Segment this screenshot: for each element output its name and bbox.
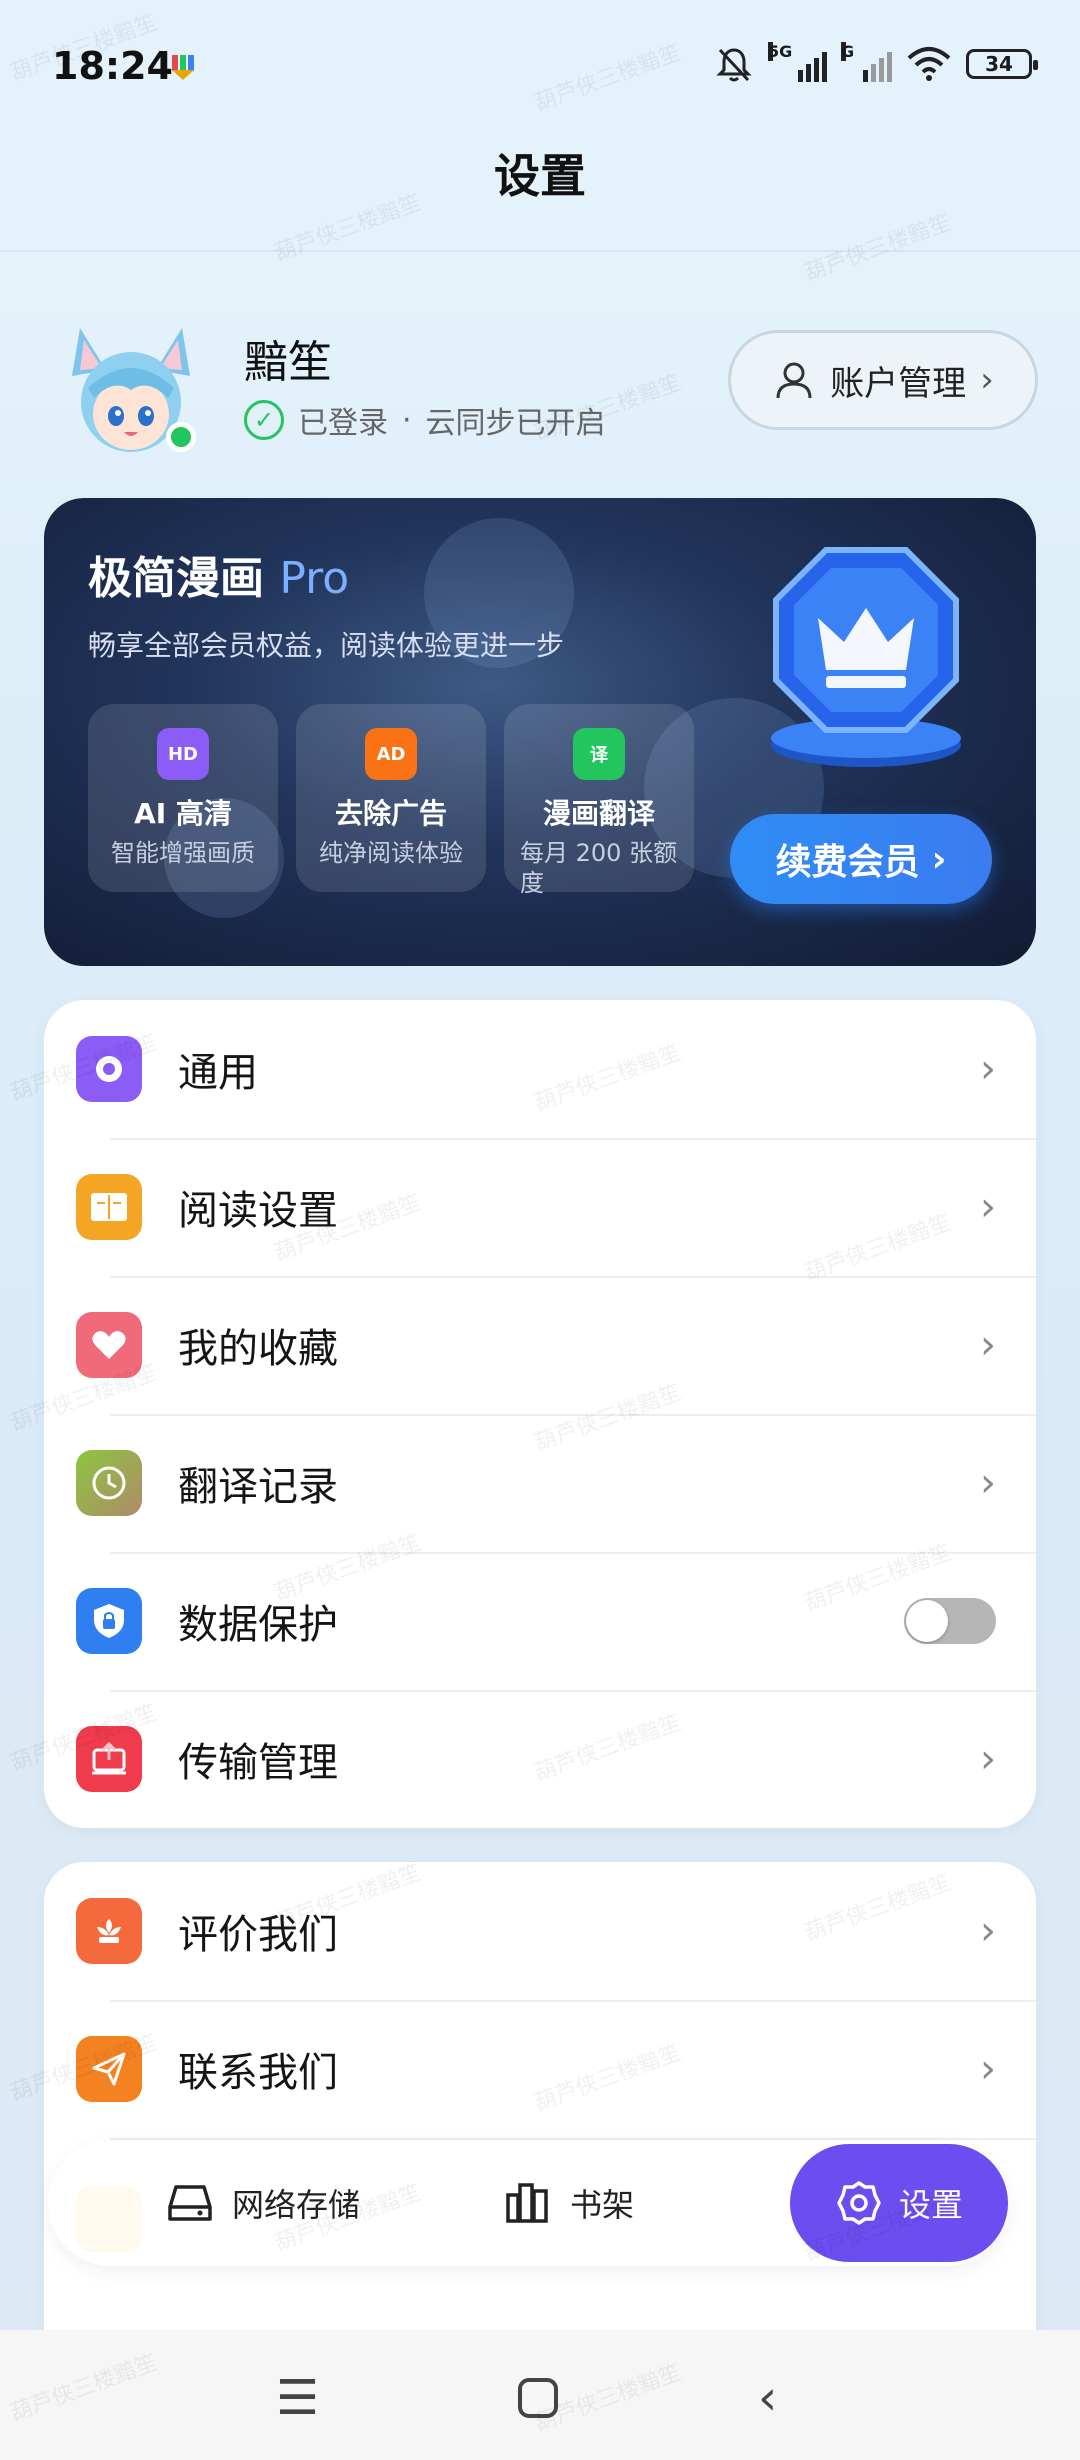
chevron-right-icon: › (980, 1736, 996, 1782)
shield-lock-icon (76, 1588, 142, 1654)
clock-icon (76, 1450, 142, 1516)
menu-label: 评价我们 (178, 1912, 338, 1958)
menu-item-favorites[interactable]: 我的收藏 › (44, 1276, 1036, 1414)
app-notification-icon (172, 55, 194, 80)
check-circle-icon: ✓ (244, 400, 284, 440)
pro-title: 极简漫画 Pro (88, 553, 350, 604)
menu-icon[interactable]: ☰ (276, 2370, 319, 2426)
system-navigation-bar: ☰ ‹ (0, 2330, 1080, 2460)
crown-badge-icon (771, 547, 961, 767)
hd-icon: HD (157, 728, 209, 780)
feature-desc: 智能增强画质 (111, 839, 255, 867)
menu-item-rate-us[interactable]: 评价我们 › (44, 1862, 1036, 2000)
drive-icon (168, 2185, 212, 2221)
mute-bell-icon (716, 48, 752, 82)
menu-item-contact-us[interactable]: 联系我们 › (44, 2000, 1036, 2138)
username: 黯笙 (244, 337, 332, 388)
chevron-right-icon: › (931, 838, 947, 880)
page-title: 设置 (494, 149, 586, 203)
sync-status-text: 云同步已开启 (425, 406, 606, 441)
chevron-right-icon: › (980, 1908, 996, 1954)
menu-label: 我的收藏 (178, 1326, 338, 1372)
feature-translate: 译 漫画翻译 每月 200 张额度 (504, 704, 694, 897)
feature-desc: 每月 200 张额度 (520, 839, 678, 897)
feature-desc: 纯净阅读体验 (319, 839, 463, 867)
status-indicators: 5G G 34 (714, 42, 1038, 84)
menu-label: 阅读设置 (178, 1188, 338, 1234)
menu-item-data-protection: 数据保护 (44, 1552, 1036, 1690)
menu-label: 数据保护 (178, 1602, 338, 1648)
menu-label: 翻译记录 (178, 1464, 338, 1510)
flower-icon (76, 1898, 142, 1964)
pro-membership-card[interactable]: 极简漫画 Pro 畅享全部会员权益，阅读体验更进一步 HD AI 高清 智能增强… (44, 498, 1036, 966)
feature-name: AI 高清 (134, 797, 232, 830)
data-protection-toggle[interactable] (904, 1598, 996, 1644)
menu-label: 通用 (178, 1050, 258, 1096)
menu-label: 传输管理 (178, 1740, 338, 1786)
gear-icon (76, 1036, 142, 1102)
feature-name: 漫画翻译 (542, 797, 655, 830)
feature-remove-ads: AD 去除广告 纯净阅读体验 (296, 704, 486, 892)
feature-name: 去除广告 (334, 797, 447, 830)
settings-menu-group-1: 通用 › 阅读设置 › 我的收藏 › 翻译记录 › 数据保护 传输管理 › (44, 1000, 1036, 1828)
nav-label: 网络存储 (232, 2186, 361, 2224)
menu-label: 联系我们 (178, 2050, 338, 2096)
nav-settings-active[interactable]: 设置 (790, 2144, 1008, 2262)
pro-subtitle: 畅享全部会员权益，阅读体验更进一步 (88, 629, 565, 662)
profile-section: 黯笙 ✓ 已登录 · 云同步已开启 账户管理 › (48, 312, 1038, 472)
settings-menu-group-2: 评价我们 › 联系我们 › (44, 1862, 1036, 2342)
feature-ai-hd: HD AI 高清 智能增强画质 (88, 704, 278, 892)
menu-item-transfer-management[interactable]: 传输管理 › (44, 1690, 1036, 1828)
nav-bookshelf[interactable]: 书架 (504, 2140, 634, 2266)
status-bar: 18:24 5G G 34 (0, 0, 1080, 140)
menu-item-translation-history[interactable]: 翻译记录 › (44, 1414, 1036, 1552)
heart-icon (76, 1312, 142, 1378)
status-time: 18:24 (52, 44, 173, 88)
ad-icon: AD (365, 728, 417, 780)
chevron-right-icon: › (980, 2046, 996, 2092)
renew-membership-button[interactable]: 续费会员 › (730, 814, 992, 904)
nav-network-storage[interactable]: 网络存储 (166, 2140, 360, 2266)
chevron-right-icon: › (980, 1184, 996, 1230)
chevron-right-icon: › (980, 1322, 996, 1368)
chevron-right-icon: › (980, 360, 994, 400)
back-icon[interactable]: ‹ (758, 2370, 777, 2426)
chevron-right-icon: › (980, 1046, 996, 1092)
user-icon (776, 362, 812, 399)
battery-icon: 34 (966, 49, 1038, 79)
login-status-text: 已登录 (298, 406, 388, 441)
nav-label: 书架 (570, 2186, 635, 2224)
menu-item-reading-settings[interactable]: 阅读设置 › (44, 1138, 1036, 1276)
wifi-icon (907, 47, 951, 81)
transfer-icon (76, 1726, 142, 1792)
account-management-button[interactable]: 账户管理 › (728, 330, 1038, 430)
bottom-navigation: 网络存储 书架 设置 (48, 2140, 1008, 2266)
bookshelf-icon (506, 2183, 548, 2223)
paper-plane-icon (76, 2036, 142, 2102)
book-icon (76, 1174, 142, 1240)
status-separator: · (402, 402, 412, 438)
account-management-label: 账户管理 (830, 363, 967, 404)
translate-icon: 译 (573, 728, 625, 780)
nav-label: 设置 (898, 2186, 963, 2224)
gear-icon (837, 2181, 881, 2225)
cellular-g-signal-icon: G (841, 42, 892, 82)
chevron-right-icon: › (980, 1460, 996, 1506)
menu-item-general[interactable]: 通用 › (44, 1000, 1036, 1138)
online-status-indicator (166, 422, 196, 452)
renew-label: 续费会员 (775, 842, 920, 883)
home-icon[interactable] (516, 2370, 560, 2432)
cellular-5g-signal-icon: 5G (768, 42, 827, 82)
login-status: ✓ 已登录 · 云同步已开启 (244, 398, 606, 442)
